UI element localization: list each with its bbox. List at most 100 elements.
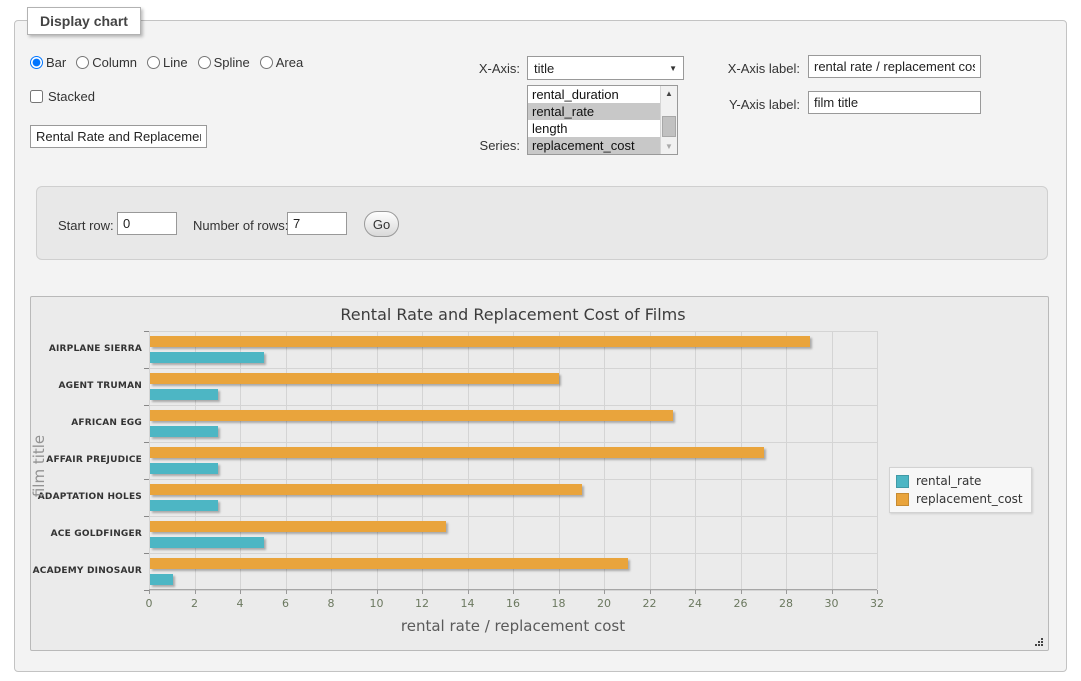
x-axis-tick-label: 18 <box>544 597 574 610</box>
gridline-vertical <box>650 331 651 589</box>
scroll-up-icon[interactable]: ▲ <box>661 86 677 101</box>
series-option-replacement_cost[interactable]: replacement_cost <box>528 137 660 154</box>
start-row-label: Start row: <box>58 218 114 233</box>
legend-label: replacement_cost <box>916 492 1023 506</box>
x-axis-tick <box>240 590 241 594</box>
gridline-vertical <box>195 331 196 589</box>
chart-title: Rental Rate and Replacement Cost of Film… <box>149 305 877 324</box>
resize-grip-icon[interactable] <box>1032 635 1044 647</box>
y-axis-tick <box>144 553 149 554</box>
x-axis-tick <box>741 590 742 594</box>
y-axis-title: film title <box>30 406 48 526</box>
x-axis-tick <box>195 590 196 594</box>
chart-type-radio-area[interactable] <box>260 56 273 69</box>
x-axis-tick-label: 22 <box>635 597 665 610</box>
x-axis-tick-label: 4 <box>225 597 255 610</box>
chart-type-option-area[interactable]: Area <box>260 55 303 70</box>
bar-rental_rate <box>150 500 218 511</box>
bar-replacement_cost <box>150 521 446 532</box>
x-axis-tick-label: 0 <box>134 597 164 610</box>
x-axis-tick-label: 14 <box>453 597 483 610</box>
gridline-vertical <box>695 331 696 589</box>
stacked-row: Stacked <box>30 89 95 104</box>
gridline-vertical <box>513 331 514 589</box>
x-axis-tick <box>513 590 514 594</box>
gridline-horizontal <box>149 553 877 554</box>
x-axis-tick-label: 12 <box>407 597 437 610</box>
x-axis-tick-label: 32 <box>862 597 892 610</box>
chart-legend: rental_rate replacement_cost <box>889 467 1032 513</box>
chart-type-option-column[interactable]: Column <box>76 55 137 70</box>
legend-item-rental_rate[interactable]: rental_rate <box>896 472 1023 490</box>
chart-container: Rental Rate and Replacement Cost of Film… <box>30 296 1049 651</box>
legend-item-replacement_cost[interactable]: replacement_cost <box>896 490 1023 508</box>
scroll-down-icon[interactable]: ▼ <box>661 139 677 154</box>
x-axis-select-label: X-Axis: <box>420 61 520 76</box>
x-axis-selected-value: title <box>534 61 669 76</box>
chart-type-option-spline[interactable]: Spline <box>198 55 250 70</box>
bar-replacement_cost <box>150 373 559 384</box>
y-axis-tick <box>144 516 149 517</box>
gridline-vertical <box>559 331 560 589</box>
series-option-rental_duration[interactable]: rental_duration <box>528 86 660 103</box>
gridline-vertical <box>604 331 605 589</box>
x-axis-tick <box>286 590 287 594</box>
x-axis-select[interactable]: title ▼ <box>527 56 684 80</box>
stacked-checkbox[interactable] <box>30 90 43 103</box>
x-axis-tick <box>377 590 378 594</box>
chart-type-option-line[interactable]: Line <box>147 55 188 70</box>
x-axis-tick-label: 24 <box>680 597 710 610</box>
gridline-vertical <box>741 331 742 589</box>
bar-rental_rate <box>150 389 218 400</box>
series-scrollbar[interactable]: ▲ ▼ <box>660 86 677 154</box>
go-button[interactable]: Go <box>364 211 399 237</box>
bar-replacement_cost <box>150 484 582 495</box>
x-axis-tick <box>331 590 332 594</box>
gridline-horizontal <box>149 331 877 332</box>
x-axis-tick-label: 2 <box>180 597 210 610</box>
plot-area: AIRPLANE SIERRAAGENT TRUMANAFRICAN EGGAF… <box>149 331 877 590</box>
chart-title-input[interactable] <box>30 125 207 148</box>
chart-type-radio-column[interactable] <box>76 56 89 69</box>
start-row-input[interactable] <box>117 212 177 235</box>
x-axis-label-input[interactable] <box>808 55 981 78</box>
bar-replacement_cost <box>150 558 628 569</box>
x-axis-tick-label: 26 <box>726 597 756 610</box>
chart-type-label: Column <box>92 55 137 70</box>
gridline-vertical <box>468 331 469 589</box>
legend-swatch <box>896 493 909 506</box>
bar-replacement_cost <box>150 336 810 347</box>
chart-type-label: Line <box>163 55 188 70</box>
x-axis-title: rental rate / replacement cost <box>149 617 877 635</box>
series-option-rental_rate[interactable]: rental_rate <box>528 103 660 120</box>
scrollbar-thumb[interactable] <box>662 116 676 137</box>
chart-type-radio-spline[interactable] <box>198 56 211 69</box>
y-axis-tick <box>144 368 149 369</box>
x-axis-tick-label: 8 <box>316 597 346 610</box>
legend-label: rental_rate <box>916 474 981 488</box>
number-of-rows-input[interactable] <box>287 212 347 235</box>
chart-type-radio-bar[interactable] <box>30 56 43 69</box>
series-options: rental_durationrental_ratelengthreplacem… <box>528 86 660 154</box>
legend-swatch <box>896 475 909 488</box>
series-multiselect[interactable]: rental_durationrental_ratelengthreplacem… <box>527 85 678 155</box>
x-axis-tick <box>559 590 560 594</box>
chart-type-radio-group: Bar Column Line Spline Area <box>30 55 309 70</box>
chart-type-radio-line[interactable] <box>147 56 160 69</box>
y-axis-label-label: Y-Axis label: <box>695 97 800 112</box>
x-axis-tick-label: 20 <box>589 597 619 610</box>
scrollbar-track[interactable] <box>661 101 677 139</box>
x-axis-tick <box>650 590 651 594</box>
y-axis-tick <box>144 331 149 332</box>
bar-rental_rate <box>150 463 218 474</box>
gridline-horizontal <box>149 405 877 406</box>
chart-type-option-bar[interactable]: Bar <box>30 55 66 70</box>
y-axis-label-input[interactable] <box>808 91 981 114</box>
chart-type-label: Area <box>276 55 303 70</box>
category-label: ACE GOLDFINGER <box>22 529 142 539</box>
y-axis-tick <box>144 442 149 443</box>
series-option-length[interactable]: length <box>528 120 660 137</box>
number-of-rows-label: Number of rows: <box>193 218 288 233</box>
gridline-vertical <box>286 331 287 589</box>
x-axis-tick <box>422 590 423 594</box>
